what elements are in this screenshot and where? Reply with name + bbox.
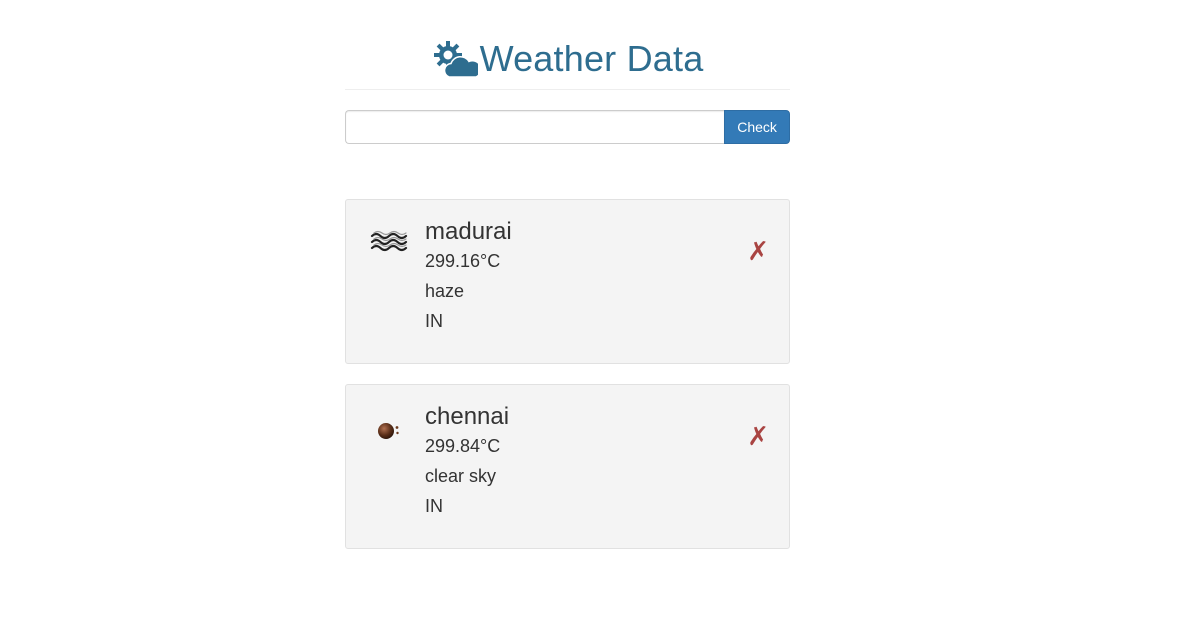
page-header: Weather Data [345,0,790,90]
sun-cloud-icon [433,41,478,78]
card-body: chennai 299.84°C clear sky IN [425,403,509,526]
city-search-input[interactable] [345,110,725,144]
country-code: IN [425,496,443,516]
clear-sky-icon [378,423,399,439]
search-form: Check [345,110,790,144]
weather-card-chennai: chennai 299.84°C clear sky IN ✗ [345,384,790,549]
main-container: Weather Data Check madurai 299.16°C haze… [345,0,790,549]
page-title: Weather Data [479,38,704,79]
weather-description: clear sky [425,466,497,486]
temperature: 299.84°C [425,436,501,456]
weather-description: haze [425,281,465,301]
weather-card-madurai: madurai 299.16°C haze IN ✗ [345,199,790,364]
card-body: madurai 299.16°C haze IN [425,218,512,341]
country-code: IN [425,311,443,331]
remove-card-button[interactable]: ✗ [747,237,769,265]
haze-icon [370,230,408,252]
city-name: chennai [425,403,510,430]
city-name: madurai [425,218,512,245]
temperature: 299.16°C [425,251,501,271]
remove-card-button[interactable]: ✗ [747,422,769,450]
title-wrap: Weather Data [432,38,704,80]
check-button[interactable]: Check [724,110,790,144]
